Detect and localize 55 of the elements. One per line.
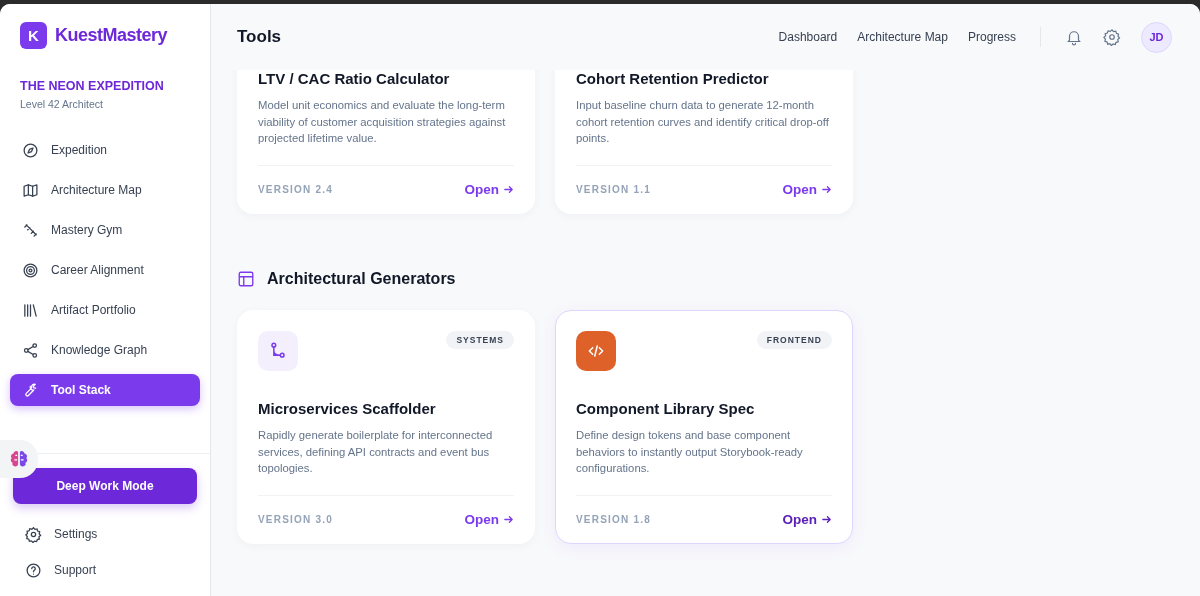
- open-link[interactable]: Open: [782, 512, 832, 527]
- card-title: Microservices Scaffolder: [258, 400, 437, 417]
- card-description: Rapidly generate boilerplate for interconnected services, defining API contracts and event bus topologies.: [258, 428, 494, 476]
- page-title: Tools: [237, 27, 282, 47]
- logo-icon: K: [20, 22, 47, 49]
- sidebar-item[interactable]: Expedition: [10, 134, 200, 166]
- sidebar-item[interactable]: Mastery Gym: [10, 214, 200, 246]
- compass-icon: [22, 141, 39, 159]
- sidebar-footer-item[interactable]: Settings: [13, 516, 197, 552]
- map-icon: [22, 181, 39, 199]
- card-description: Model unit economics and evaluate the long-term viability of customer acquisition strategies against projected lifetime value.: [258, 98, 507, 146]
- open-link[interactable]: Open: [464, 182, 514, 197]
- layout-icon: [237, 270, 255, 288]
- nav-link[interactable]: Dashboard: [778, 30, 838, 44]
- card-description: Define design tokens and base component behaviors to instantly output Storybook-ready configurations.: [576, 428, 804, 476]
- section-title: Architectural Generators: [267, 270, 456, 288]
- bell-icon[interactable]: [1065, 28, 1083, 46]
- gear-icon: [25, 525, 42, 543]
- branch-icon: [268, 341, 288, 361]
- open-link[interactable]: Open: [464, 512, 514, 527]
- card-description: Input baseline churn data to generate 12-month cohort retention curves and identify critical drop-off points.: [576, 98, 830, 146]
- deep-work-mode-button[interactable]: Deep Work Mode: [13, 468, 197, 504]
- brand-name: KuestMastery: [55, 25, 168, 46]
- expedition-title: THE NEON EXPEDITION: [20, 79, 165, 93]
- sidebar-item[interactable]: Career Alignment: [10, 254, 200, 286]
- category-tag: FRONTEND: [756, 331, 832, 349]
- sidebar-item[interactable]: Tool Stack: [10, 374, 200, 406]
- open-link[interactable]: Open: [782, 182, 832, 197]
- card-title: LTV / CAC Ratio Calculator: [258, 70, 451, 87]
- version-label: VERSION 2.4: [258, 184, 333, 195]
- sidebar-footer-item[interactable]: Support: [13, 552, 197, 588]
- share-icon: [22, 341, 39, 359]
- category-tag: SYSTEMS: [446, 331, 514, 349]
- arrow-icon: [821, 514, 832, 525]
- target-icon: [22, 261, 39, 279]
- user-avatar[interactable]: JD: [1141, 21, 1172, 53]
- version-label: VERSION 3.0: [258, 514, 333, 525]
- wrench-icon: [22, 381, 39, 399]
- nav-link[interactable]: Progress: [967, 30, 1016, 44]
- arrow-icon: [821, 184, 832, 195]
- expedition-level: Level 42 Architect: [20, 98, 104, 110]
- nav-link[interactable]: Architecture Map: [857, 30, 948, 44]
- brain-icon[interactable]: [0, 440, 38, 478]
- arrow-icon: [503, 184, 514, 195]
- settings-icon[interactable]: [1103, 28, 1121, 46]
- arrow-icon: [503, 514, 514, 525]
- card-title: Cohort Retention Predictor: [576, 70, 770, 87]
- help-icon: [25, 561, 42, 579]
- version-label: VERSION 1.8: [576, 514, 651, 525]
- sidebar-item[interactable]: Architecture Map: [10, 174, 200, 206]
- books-icon: [22, 301, 39, 319]
- sidebar-item[interactable]: Artifact Portfolio: [10, 294, 200, 326]
- version-label: VERSION 1.1: [576, 184, 651, 195]
- card-title: Component Library Spec: [576, 400, 756, 417]
- sidebar-item[interactable]: Knowledge Graph: [10, 334, 200, 366]
